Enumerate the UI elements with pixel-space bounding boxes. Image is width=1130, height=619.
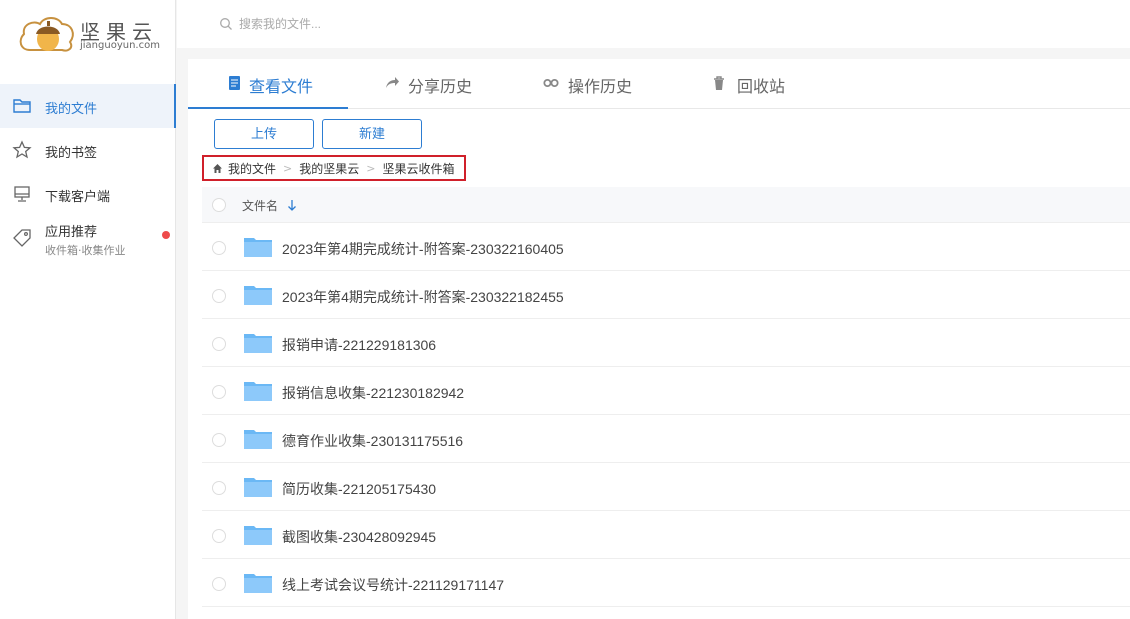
trash-icon bbox=[714, 76, 724, 90]
file-name[interactable]: 报销信息收集-221230182942 bbox=[282, 383, 464, 403]
history-icon bbox=[543, 79, 559, 87]
folder-icon bbox=[244, 286, 272, 305]
file-row[interactable]: 报销信息收集-221230182942 bbox=[202, 367, 1130, 415]
file-name[interactable]: 2023年第4期完成统计-附答案-230322160405 bbox=[282, 239, 564, 259]
tab-share-history[interactable]: 分享历史 bbox=[368, 59, 508, 109]
tab-label: 分享历史 bbox=[408, 77, 473, 96]
file-list-header: 文件名 bbox=[202, 187, 1130, 223]
file-row[interactable]: 报销申请-221229181306 bbox=[202, 319, 1130, 367]
sidebar-item-label: 我的书签 bbox=[45, 146, 98, 161]
sidebar-item-label: 我的文件 bbox=[45, 102, 98, 117]
folder-icon bbox=[244, 430, 272, 449]
tab-operation-history[interactable]: 操作历史 bbox=[528, 59, 668, 109]
file-row[interactable]: 2023年第4期完成统计-附答案-230322160405 bbox=[202, 223, 1130, 271]
row-checkbox[interactable] bbox=[212, 385, 226, 399]
breadcrumb-item[interactable]: 我的坚果云 bbox=[299, 160, 359, 177]
file-name[interactable]: 线上考试会议号统计-221129171147 bbox=[282, 575, 504, 595]
folder-icon bbox=[244, 238, 272, 257]
sidebar-item-app-recommend[interactable]: 应用推荐 收件箱·收集作业 bbox=[0, 216, 176, 264]
file-row[interactable]: 简历收集-221205175430 bbox=[202, 463, 1130, 511]
sidebar-item-label: 应用推荐 bbox=[45, 225, 98, 240]
tab-view-files[interactable]: 查看文件 bbox=[188, 59, 348, 109]
new-button[interactable]: 新建 bbox=[322, 119, 422, 149]
breadcrumb-separator: > bbox=[366, 161, 376, 175]
breadcrumb-separator: > bbox=[283, 161, 293, 175]
file-name[interactable]: 截图收集-230428092945 bbox=[282, 527, 436, 547]
file-name[interactable]: 报销申请-221229181306 bbox=[282, 335, 436, 355]
share-arrow-icon bbox=[386, 77, 399, 88]
top-bar bbox=[177, 0, 1130, 48]
file-name[interactable]: 德育作业收集-230131175516 bbox=[282, 431, 463, 451]
breadcrumb-item[interactable]: 坚果云收件箱 bbox=[382, 160, 454, 177]
file-row[interactable]: 2023年第4期完成统计-附答案-230322182455 bbox=[202, 271, 1130, 319]
folder-outline-icon bbox=[13, 99, 31, 113]
acorn-logo-icon bbox=[19, 17, 74, 52]
folder-icon bbox=[244, 382, 272, 401]
monitor-icon bbox=[14, 186, 30, 202]
file-row[interactable]: 线上考试会议号统计-221129171147 bbox=[202, 559, 1130, 607]
tag-icon bbox=[13, 229, 31, 247]
row-checkbox[interactable] bbox=[212, 481, 226, 495]
row-checkbox[interactable] bbox=[212, 433, 226, 447]
tab-bar: 查看文件 分享历史 操作历史 回收站 bbox=[188, 59, 1130, 109]
file-name[interactable]: 2023年第4期完成统计-附答案-230322182455 bbox=[282, 287, 564, 307]
upload-button[interactable]: 上传 bbox=[214, 119, 314, 149]
tab-label: 回收站 bbox=[737, 77, 786, 96]
sort-down-icon[interactable] bbox=[286, 198, 298, 212]
notification-dot bbox=[162, 231, 170, 239]
breadcrumb-item[interactable]: 我的文件 bbox=[228, 160, 276, 177]
tab-label: 查看文件 bbox=[249, 77, 314, 96]
file-icon bbox=[229, 76, 240, 90]
sidebar: 坚果云 jianguoyun.com 我的文件 我的书签 下载客户端 应用推荐 … bbox=[0, 0, 176, 619]
file-row[interactable]: 截图收集-230428092945 bbox=[202, 511, 1130, 559]
row-checkbox[interactable] bbox=[212, 289, 226, 303]
breadcrumb: 我的文件 > 我的坚果云 > 坚果云收件箱 bbox=[202, 155, 466, 181]
tab-label: 操作历史 bbox=[568, 77, 633, 96]
folder-icon bbox=[244, 478, 272, 497]
folder-icon bbox=[244, 574, 272, 593]
brand-logo[interactable]: 坚果云 jianguoyun.com bbox=[18, 12, 168, 58]
sidebar-item-bookmarks[interactable]: 我的书签 bbox=[0, 128, 176, 172]
row-checkbox[interactable] bbox=[212, 577, 226, 591]
sidebar-item-sublabel: 收件箱·收集作业 bbox=[45, 244, 126, 257]
folder-icon bbox=[244, 526, 272, 545]
sidebar-item-download-client[interactable]: 下载客户端 bbox=[0, 172, 176, 216]
row-checkbox[interactable] bbox=[212, 241, 226, 255]
search-input[interactable] bbox=[239, 14, 639, 34]
folder-icon bbox=[244, 334, 272, 353]
row-checkbox[interactable] bbox=[212, 337, 226, 351]
file-name[interactable]: 简历收集-221205175430 bbox=[282, 479, 436, 499]
main-panel: 查看文件 分享历史 操作历史 回收站 上传 新建 我的文件 > 我的坚果云 > … bbox=[188, 59, 1130, 619]
home-icon bbox=[213, 163, 222, 173]
brand-domain: jianguoyun.com bbox=[80, 40, 160, 51]
column-header-filename[interactable]: 文件名 bbox=[242, 197, 278, 214]
sidebar-item-my-files[interactable]: 我的文件 bbox=[0, 84, 176, 128]
select-all-checkbox[interactable] bbox=[212, 198, 226, 212]
tab-recycle-bin[interactable]: 回收站 bbox=[688, 59, 808, 109]
row-checkbox[interactable] bbox=[212, 529, 226, 543]
star-outline-icon bbox=[12, 140, 32, 159]
search-icon bbox=[220, 18, 232, 30]
sidebar-item-label: 下载客户端 bbox=[45, 190, 111, 205]
file-row[interactable]: 德育作业收集-230131175516 bbox=[202, 415, 1130, 463]
